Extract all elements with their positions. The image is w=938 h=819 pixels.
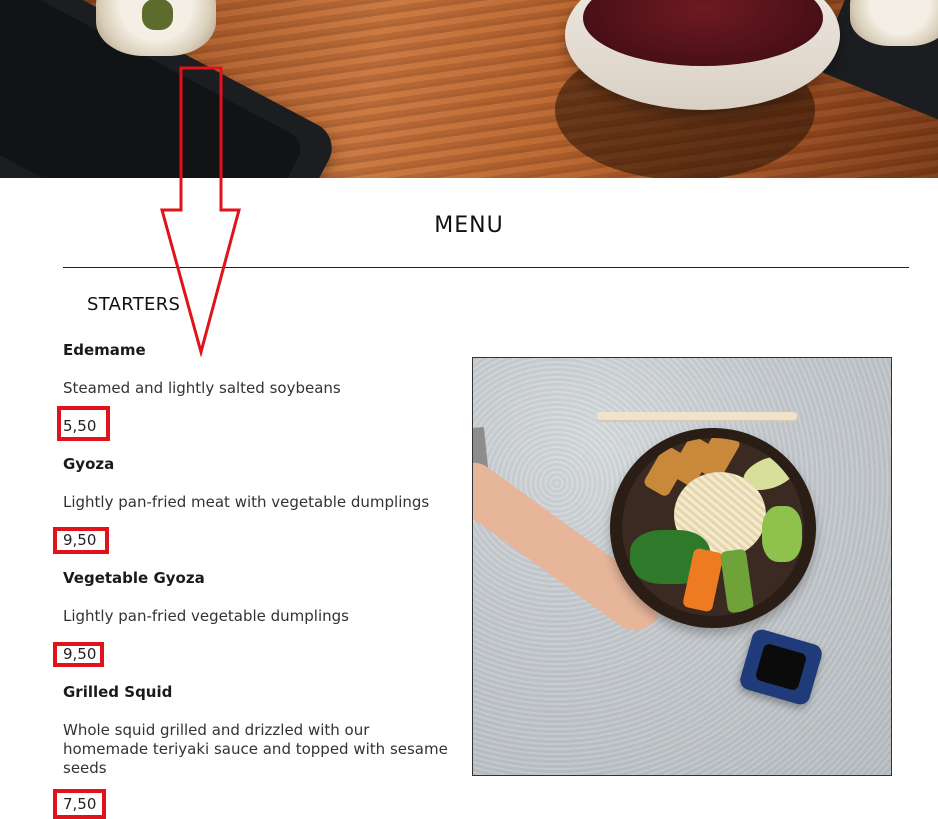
menu-item-description: Lightly pan-fried meat with vegetable du… (63, 493, 430, 511)
menu-item-name: Grilled Squid (63, 683, 173, 701)
price-highlight-box (57, 406, 110, 441)
price-highlight-box (53, 789, 106, 819)
menu-item-name: Gyoza (63, 455, 115, 473)
menu-title: MENU (434, 213, 504, 238)
menu-item-description: Whole squid grilled and drizzled with ou… (63, 721, 448, 777)
menu-item-name: Edemame (63, 341, 146, 359)
menu-item-name: Vegetable Gyoza (63, 569, 205, 587)
food-bowl-image (472, 357, 892, 776)
price-highlight-box (53, 642, 104, 667)
annotation-arrow (160, 66, 241, 357)
menu-item-description: Steamed and lightly salted soybeans (63, 379, 341, 397)
price-highlight-box (53, 527, 109, 554)
menu-item-description: Lightly pan-fried vegetable dumplings (63, 607, 349, 625)
hero-image (0, 0, 938, 178)
